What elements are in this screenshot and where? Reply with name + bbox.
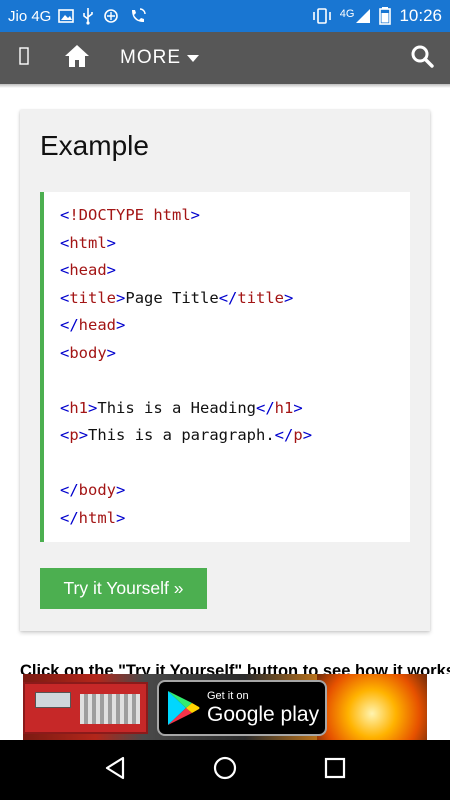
home-system-button[interactable] [195, 740, 255, 800]
home-button[interactable] [48, 32, 106, 84]
menu-button[interactable] [0, 32, 48, 84]
example-card: Example <!DOCTYPE html> <html> <head> <t… [20, 110, 430, 631]
battery-icon [379, 7, 392, 25]
code-line: <html> [60, 233, 117, 252]
search-icon [410, 44, 434, 73]
status-bar: Jio 4G 4G 10:26 [0, 0, 450, 32]
code-line: <head> [60, 261, 117, 279]
fire-image [317, 674, 427, 740]
caret-down-icon [187, 47, 199, 69]
navbar-shadow [0, 84, 450, 88]
back-button[interactable] [85, 740, 145, 800]
code-line: </html> [60, 508, 126, 527]
image-icon [58, 9, 75, 23]
phone-wifi-icon [129, 7, 147, 25]
vibrate-icon [312, 8, 332, 24]
back-triangle-icon [104, 756, 126, 785]
instruction-text: Click on the "Try it Yourself" button to… [20, 662, 450, 674]
fire-truck-image [23, 682, 148, 734]
code-line: </head> [60, 316, 126, 334]
code-line: <h1>This is a Heading</h1> [60, 398, 303, 417]
recents-square-icon [324, 757, 346, 784]
menu-icon [19, 46, 29, 70]
google-play-badge[interactable]: Get it on Google play [157, 680, 327, 736]
code-line: <title>Page Title</title> [60, 288, 294, 307]
code-line: <!DOCTYPE html> [60, 206, 201, 224]
recents-button[interactable] [305, 740, 365, 800]
google-play-label: Google play [207, 702, 320, 726]
play-store-icon [159, 682, 207, 734]
example-title: Example [40, 130, 149, 161]
code-line: <body> [60, 343, 117, 362]
search-button[interactable] [394, 32, 450, 84]
code-line: </body> [60, 481, 126, 499]
code-block: <!DOCTYPE html> <html> <head> <title>Pag… [40, 192, 410, 542]
usb-icon [81, 7, 95, 25]
system-navigation-bar [0, 740, 450, 800]
network-label: 4G [339, 8, 355, 20]
more-menu-button[interactable]: MORE [106, 32, 213, 84]
more-label: MORE [120, 47, 181, 68]
carrier-label: Jio 4G [8, 7, 52, 25]
clock: 10:26 [399, 6, 442, 25]
top-navbar: MORE [0, 32, 450, 84]
home-icon [64, 44, 90, 73]
signal-icon: 4G [340, 8, 372, 24]
ad-banner[interactable]: Get it on Google play [23, 674, 427, 740]
try-it-yourself-button[interactable]: Try it Yourself » [40, 568, 207, 609]
get-it-on-label: Get it on [207, 689, 249, 702]
home-circle-icon [213, 756, 237, 785]
wifi-calling-icon [102, 8, 122, 24]
code-line: <p>This is a paragraph.</p> [60, 426, 313, 444]
